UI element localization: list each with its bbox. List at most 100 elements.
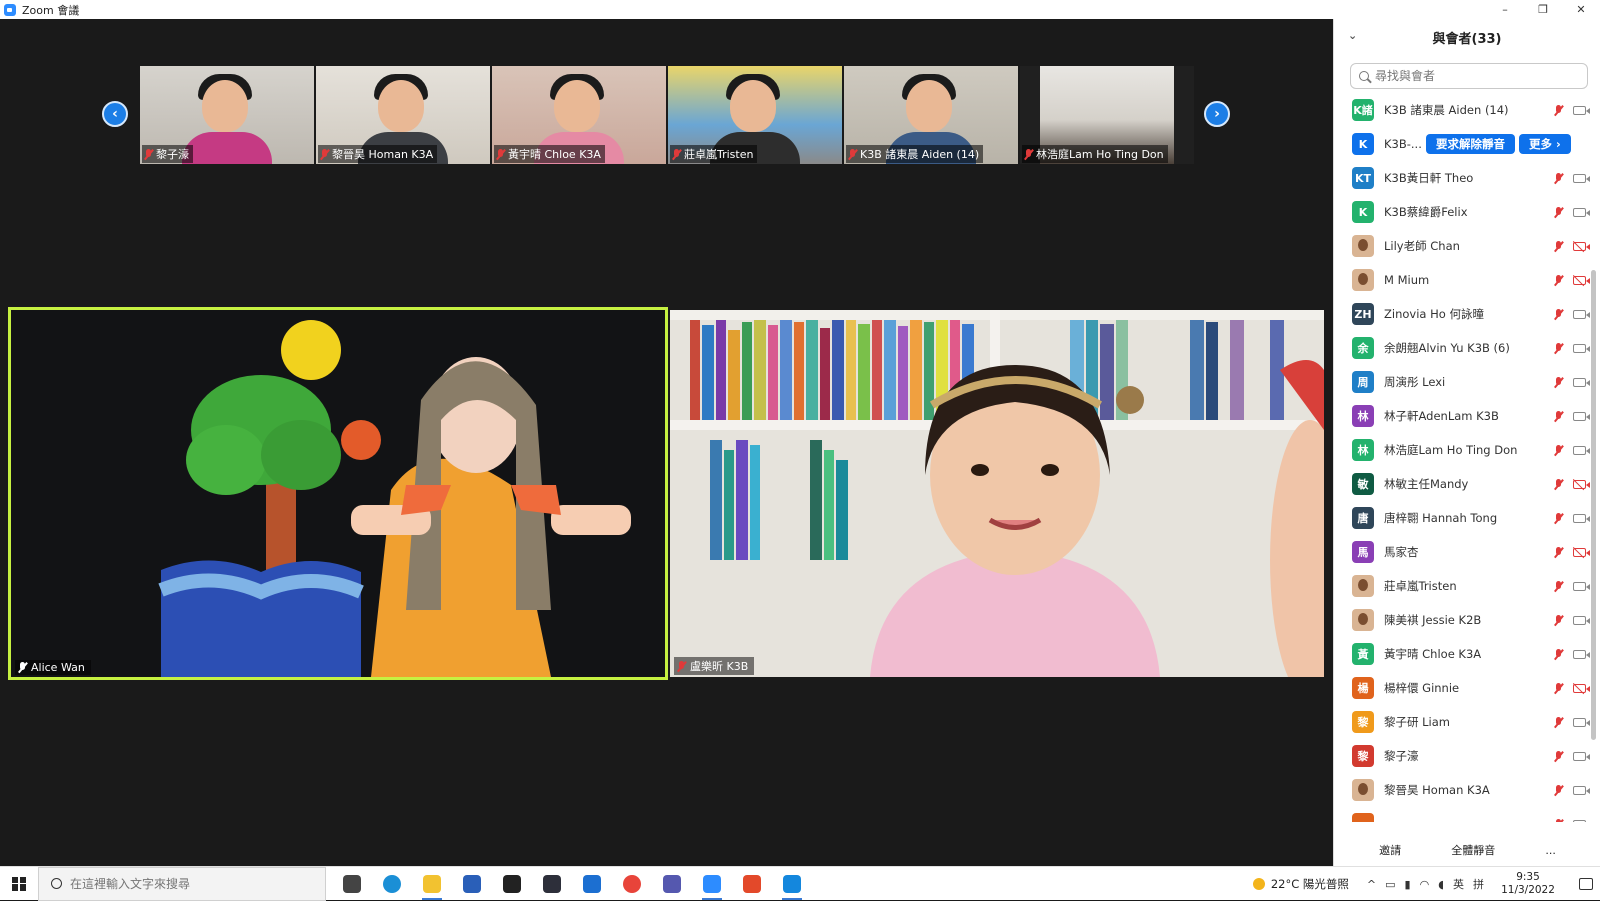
participant-row[interactable]: K K3B-... 要求解除靜音 更多 › xyxy=(1334,127,1596,161)
start-button[interactable] xyxy=(0,867,38,901)
search-input[interactable] xyxy=(1375,69,1575,83)
taskbar-app-button[interactable] xyxy=(412,867,452,901)
participant-row[interactable]: ZH Zinovia Ho 何詠曈 xyxy=(1334,297,1596,331)
network-icon[interactable]: ▭ xyxy=(1385,878,1395,891)
participant-list-scrollbar[interactable] xyxy=(1591,270,1596,740)
avatar xyxy=(1352,779,1374,801)
next-page-button[interactable]: › xyxy=(1204,101,1230,127)
camera-icon xyxy=(1573,173,1590,183)
participant-name: K3B 諸東晨 Aiden (14) xyxy=(860,148,980,161)
chevron-up-icon[interactable]: ^ xyxy=(1367,878,1376,891)
camera-off-icon xyxy=(1573,479,1590,489)
office-icon xyxy=(743,874,761,893)
mic-muted-icon xyxy=(496,148,505,160)
video-thumbnail[interactable]: 莊卓嵐Tristen xyxy=(668,66,842,164)
participant-name: 林子軒AdenLam K3B xyxy=(1384,409,1499,423)
previous-page-button[interactable]: ‹ xyxy=(102,101,128,127)
taskbar-app-button[interactable] xyxy=(572,867,612,901)
mic-muted-icon xyxy=(144,148,153,160)
weather-widget[interactable]: 22°C 陽光普照 xyxy=(1252,876,1349,892)
mic-muted-icon xyxy=(1554,716,1563,728)
taskbar-app-button[interactable] xyxy=(332,867,372,901)
participant-more-button[interactable]: 更多 › xyxy=(1519,134,1571,154)
taskbar-app-button[interactable] xyxy=(692,867,732,901)
taskbar-search[interactable] xyxy=(38,866,326,901)
avatar: 黎 xyxy=(1352,745,1374,767)
participant-row[interactable]: 馬馬家杏 xyxy=(1334,535,1596,569)
ime-language[interactable]: 英 xyxy=(1453,876,1464,892)
participant-row[interactable]: Lily老師 Chan xyxy=(1334,229,1596,263)
volume-icon[interactable]: ◖ xyxy=(1438,878,1444,891)
taskbar-app-button[interactable] xyxy=(732,867,772,901)
participant-row[interactable]: K諸 K3B 諸東晨 Aiden (14) xyxy=(1334,93,1596,127)
participant-row[interactable]: K K3B蔡緯爵Felix xyxy=(1334,195,1596,229)
video-thumbnail[interactable]: 黃宇晴 Chloe K3A xyxy=(492,66,666,164)
notification-center-button[interactable] xyxy=(1572,867,1600,901)
participant-video[interactable]: 盧樂昕 K3B xyxy=(670,310,1324,677)
avatar: 林 xyxy=(1352,405,1374,427)
close-button[interactable]: ✕ xyxy=(1562,0,1600,19)
participant-row[interactable] xyxy=(1334,807,1596,822)
invite-button[interactable]: 邀請 xyxy=(1373,838,1407,862)
maximize-button[interactable]: ❐ xyxy=(1524,0,1562,19)
taskbar-apps xyxy=(332,867,812,901)
taskbar-app-button[interactable] xyxy=(372,867,412,901)
participant-row[interactable]: 周周演彤 Lexi xyxy=(1334,365,1596,399)
clock[interactable]: 9:35 11/3/2022 xyxy=(1498,871,1558,897)
avatar xyxy=(1352,609,1374,631)
camera-off-icon xyxy=(1573,683,1590,693)
taskbar-search-input[interactable] xyxy=(70,876,310,891)
participant-row[interactable]: 黎黎子研 Liam xyxy=(1334,705,1596,739)
mic-muted-icon xyxy=(1554,308,1563,320)
participant-row[interactable]: 陳美褀 Jessie K2B xyxy=(1334,603,1596,637)
taskbar-app-button[interactable] xyxy=(652,867,692,901)
participant-name: K3B 諸東晨 Aiden (14) xyxy=(1384,103,1509,117)
participant-row[interactable]: 敏林敏主任Mandy xyxy=(1334,467,1596,501)
participant-row[interactable]: M Mium xyxy=(1334,263,1596,297)
taskbar-app-button[interactable] xyxy=(532,867,572,901)
active-speaker-video[interactable]: Alice Wan xyxy=(8,307,668,680)
participant-row[interactable]: 林林浩庭Lam Ho Ting Don xyxy=(1334,433,1596,467)
wifi-icon[interactable]: ◠ xyxy=(1420,878,1430,891)
participant-name: 黎子濠 xyxy=(156,148,189,161)
video-thumbnail[interactable]: 林浩庭Lam Ho Ting Don xyxy=(1020,66,1194,164)
taskbar-app-button[interactable] xyxy=(492,867,532,901)
participant-row[interactable]: 黎黎子濠 xyxy=(1334,739,1596,773)
camera-icon xyxy=(1573,751,1590,761)
participant-row[interactable]: 楊楊梓儇 Ginnie xyxy=(1334,671,1596,705)
avatar: 黃 xyxy=(1352,643,1374,665)
participant-name: 黎晉昊 Homan K3A xyxy=(332,148,434,161)
chevron-down-icon[interactable]: ⌄ xyxy=(1348,29,1357,42)
mute-all-button[interactable]: 全體靜音 xyxy=(1445,838,1501,862)
participant-row[interactable]: 林林子軒AdenLam K3B xyxy=(1334,399,1596,433)
taskbar-app-button[interactable] xyxy=(772,867,812,901)
taskbar-app-button[interactable] xyxy=(452,867,492,901)
mic-muted-icon xyxy=(320,148,329,160)
participant-row[interactable]: 莊卓嵐Tristen xyxy=(1334,569,1596,603)
ime-mode[interactable]: 拼 xyxy=(1473,876,1484,892)
minimize-button[interactable]: – xyxy=(1486,0,1524,19)
participant-name: 林浩庭Lam Ho Ting Don xyxy=(1384,443,1518,457)
participant-row[interactable]: 唐唐梓翾 Hannah Tong xyxy=(1334,501,1596,535)
avatar: K xyxy=(1352,133,1374,155)
mic-muted-icon xyxy=(672,148,681,160)
participant-row[interactable]: 黎晉昊 Homan K3A xyxy=(1334,773,1596,807)
ask-to-unmute-button[interactable]: 要求解除靜音 xyxy=(1426,134,1515,154)
participant-row[interactable]: 余余朗翹Alvin Yu K3B (6) xyxy=(1334,331,1596,365)
camera-icon xyxy=(1573,411,1590,421)
participant-search[interactable] xyxy=(1350,63,1588,89)
more-options-button[interactable]: ... xyxy=(1539,840,1562,861)
participant-row[interactable]: 黃黃宇晴 Chloe K3A xyxy=(1334,637,1596,671)
taskbar-app-button[interactable] xyxy=(612,867,652,901)
camera-icon xyxy=(1573,105,1590,115)
mic-muted-icon xyxy=(1554,546,1563,558)
avatar: K諸 xyxy=(1352,99,1374,121)
video-thumbnail[interactable]: 黎子濠 xyxy=(140,66,314,164)
camera-icon xyxy=(1573,785,1590,795)
zoom-app-icon xyxy=(4,3,16,16)
battery-icon[interactable]: ▮ xyxy=(1405,878,1411,891)
speaker-video-scene xyxy=(11,310,665,677)
participant-row[interactable]: KT K3B黃日軒 Theo xyxy=(1334,161,1596,195)
video-thumbnail[interactable]: K3B 諸東晨 Aiden (14) xyxy=(844,66,1018,164)
video-thumbnail[interactable]: 黎晉昊 Homan K3A xyxy=(316,66,490,164)
